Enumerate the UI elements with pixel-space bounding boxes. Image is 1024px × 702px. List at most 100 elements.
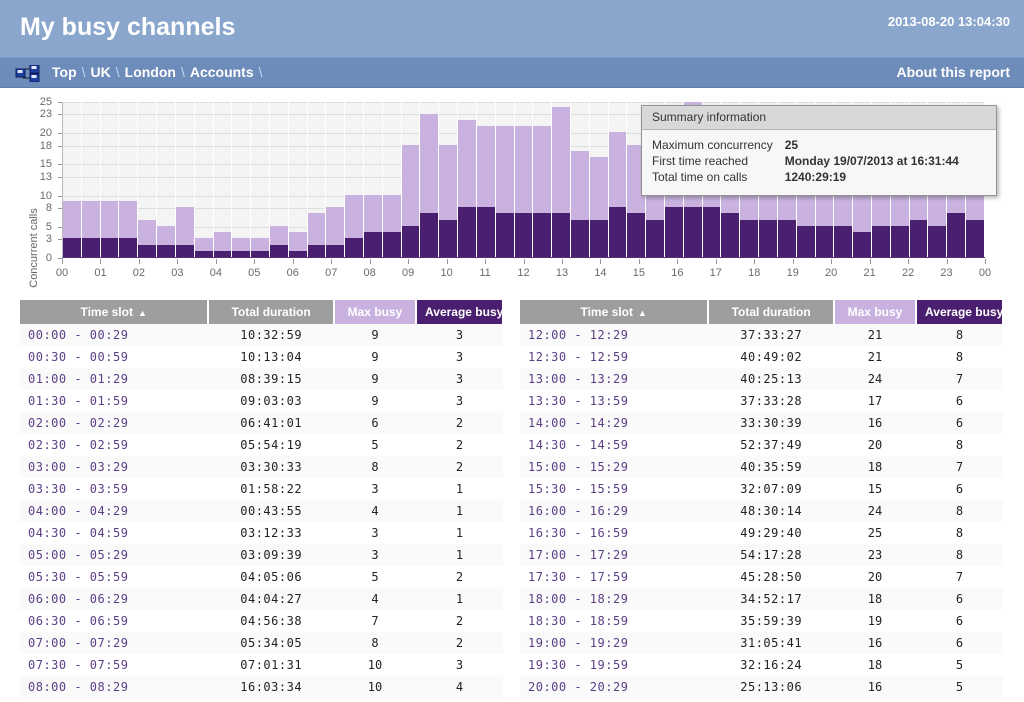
chart-bar[interactable] bbox=[552, 102, 571, 257]
table-body-left: 00:00 - 00:2910:32:599300:30 - 00:5910:1… bbox=[20, 324, 503, 698]
chart-bar-average-busy bbox=[665, 207, 683, 257]
chart-bar[interactable] bbox=[214, 102, 233, 257]
chart-bar[interactable] bbox=[195, 102, 214, 257]
chart-bar-average-busy bbox=[138, 245, 156, 257]
table-row[interactable]: 18:30 - 18:5935:59:39196 bbox=[520, 610, 1003, 632]
chart-y-tick-label: 23 bbox=[18, 108, 52, 120]
table-row[interactable]: 15:30 - 15:5932:07:09156 bbox=[520, 478, 1003, 500]
chart-bar[interactable] bbox=[176, 102, 195, 257]
table-row[interactable]: 19:30 - 19:5932:16:24185 bbox=[520, 654, 1003, 676]
chart-bar[interactable] bbox=[308, 102, 327, 257]
table-row[interactable]: 06:30 - 06:5904:56:3872 bbox=[20, 610, 503, 632]
chart-bar-average-busy bbox=[119, 238, 137, 257]
breadcrumb-item-uk[interactable]: UK bbox=[91, 64, 111, 80]
cell-average-busy: 6 bbox=[916, 390, 1003, 412]
chart-bar[interactable] bbox=[138, 102, 157, 257]
column-header-max-busy[interactable]: Max busy bbox=[834, 300, 916, 324]
chart-bar[interactable] bbox=[609, 102, 628, 257]
column-header-average-busy[interactable]: Average busy bbox=[916, 300, 1003, 324]
breadcrumb-item-accounts[interactable]: Accounts bbox=[190, 64, 254, 80]
column-header-max-busy[interactable]: Max busy bbox=[334, 300, 416, 324]
column-header-average-busy[interactable]: Average busy bbox=[416, 300, 503, 324]
about-this-report-link[interactable]: About this report bbox=[896, 64, 1010, 80]
chart-bar[interactable] bbox=[119, 102, 138, 257]
table-row[interactable]: 15:00 - 15:2940:35:59187 bbox=[520, 456, 1003, 478]
chart-bar[interactable] bbox=[477, 102, 496, 257]
chart-bar[interactable] bbox=[289, 102, 308, 257]
table-row[interactable]: 18:00 - 18:2934:52:17186 bbox=[520, 588, 1003, 610]
table-row[interactable]: 03:30 - 03:5901:58:2231 bbox=[20, 478, 503, 500]
table-row[interactable]: 02:00 - 02:2906:41:0162 bbox=[20, 412, 503, 434]
chart-bar[interactable] bbox=[383, 102, 402, 257]
chart-bar[interactable] bbox=[439, 102, 458, 257]
table-row[interactable]: 04:30 - 04:5903:12:3331 bbox=[20, 522, 503, 544]
breadcrumb-separator: \ bbox=[111, 64, 125, 80]
chart-bar[interactable] bbox=[82, 102, 101, 257]
table-row[interactable]: 16:00 - 16:2948:30:14248 bbox=[520, 500, 1003, 522]
table-row[interactable]: 01:30 - 01:5909:03:0393 bbox=[20, 390, 503, 412]
column-header-total-duration[interactable]: Total duration bbox=[708, 300, 834, 324]
table-row[interactable]: 14:30 - 14:5952:37:49208 bbox=[520, 434, 1003, 456]
cell-average-busy: 8 bbox=[916, 522, 1003, 544]
chart-bar[interactable] bbox=[270, 102, 289, 257]
table-row[interactable]: 07:00 - 07:2905:34:0582 bbox=[20, 632, 503, 654]
chart-x-tickmark bbox=[947, 259, 948, 264]
chart-bar[interactable] bbox=[515, 102, 534, 257]
chart-bar[interactable] bbox=[458, 102, 477, 257]
chart-x-tick-label: 19 bbox=[787, 267, 799, 279]
column-header-time-slot[interactable]: Time slot▲ bbox=[20, 300, 208, 324]
chart-bar-max-busy bbox=[364, 195, 382, 232]
table-row[interactable]: 05:30 - 05:5904:05:0652 bbox=[20, 566, 503, 588]
breadcrumb-item-london[interactable]: London bbox=[125, 64, 176, 80]
chart-bar[interactable] bbox=[157, 102, 176, 257]
chart-bar-average-busy bbox=[609, 207, 627, 257]
table-head: Time slot▲ Total duration Max busy Avera… bbox=[20, 300, 503, 324]
chart-bar[interactable] bbox=[326, 102, 345, 257]
table-row[interactable]: 02:30 - 02:5905:54:1952 bbox=[20, 434, 503, 456]
table-row[interactable]: 07:30 - 07:5907:01:31103 bbox=[20, 654, 503, 676]
chart-bar[interactable] bbox=[101, 102, 120, 257]
breadcrumb-item-top[interactable]: Top bbox=[52, 64, 77, 80]
table-row[interactable]: 17:00 - 17:2954:17:28238 bbox=[520, 544, 1003, 566]
chart-bar[interactable] bbox=[496, 102, 515, 257]
chart-bar[interactable] bbox=[402, 102, 421, 257]
column-header-total-duration[interactable]: Total duration bbox=[208, 300, 334, 324]
table-row[interactable]: 00:00 - 00:2910:32:5993 bbox=[20, 324, 503, 346]
table-row[interactable]: 05:00 - 05:2903:09:3931 bbox=[20, 544, 503, 566]
cell-total-duration: 04:56:38 bbox=[208, 610, 334, 632]
chart-bar[interactable] bbox=[571, 102, 590, 257]
table-row[interactable]: 14:00 - 14:2933:30:39166 bbox=[520, 412, 1003, 434]
chart-x-tick-label: 17 bbox=[710, 267, 722, 279]
chart-bar[interactable] bbox=[420, 102, 439, 257]
table-row[interactable]: 01:00 - 01:2908:39:1593 bbox=[20, 368, 503, 390]
table-row[interactable]: 17:30 - 17:5945:28:50207 bbox=[520, 566, 1003, 588]
chart-bar[interactable] bbox=[533, 102, 552, 257]
table-row[interactable]: 00:30 - 00:5910:13:0493 bbox=[20, 346, 503, 368]
table-row[interactable]: 12:30 - 12:5940:49:02218 bbox=[520, 346, 1003, 368]
table-row[interactable]: 12:00 - 12:2937:33:27218 bbox=[520, 324, 1003, 346]
cell-total-duration: 35:59:39 bbox=[708, 610, 834, 632]
table-row[interactable]: 19:00 - 19:2931:05:41166 bbox=[520, 632, 1003, 654]
chart-bar-average-busy bbox=[721, 213, 739, 257]
chart-bar[interactable] bbox=[590, 102, 609, 257]
table-row[interactable]: 08:00 - 08:2916:03:34104 bbox=[20, 676, 503, 698]
column-header-time-slot[interactable]: Time slot▲ bbox=[520, 300, 708, 324]
chart-bar[interactable] bbox=[232, 102, 251, 257]
table-row[interactable]: 13:30 - 13:5937:33:28176 bbox=[520, 390, 1003, 412]
table-row[interactable]: 06:00 - 06:2904:04:2741 bbox=[20, 588, 503, 610]
chart-bar[interactable] bbox=[63, 102, 82, 257]
chart-bar[interactable] bbox=[345, 102, 364, 257]
chart-bar[interactable] bbox=[364, 102, 383, 257]
table-row[interactable]: 20:00 - 20:2925:13:06165 bbox=[520, 676, 1003, 698]
chart-bar-max-busy bbox=[345, 195, 363, 239]
chart-bar-average-busy bbox=[552, 213, 570, 257]
cell-average-busy: 2 bbox=[416, 412, 503, 434]
table-row[interactable]: 04:00 - 04:2900:43:5541 bbox=[20, 500, 503, 522]
table-row[interactable]: 13:00 - 13:2940:25:13247 bbox=[520, 368, 1003, 390]
chart-bar[interactable] bbox=[251, 102, 270, 257]
chart-x-tickmark bbox=[524, 259, 525, 264]
table-row[interactable]: 16:30 - 16:5949:29:40258 bbox=[520, 522, 1003, 544]
table-row[interactable]: 03:00 - 03:2903:30:3382 bbox=[20, 456, 503, 478]
chart-bar-average-busy bbox=[82, 238, 100, 257]
chart-bar-average-busy bbox=[232, 251, 250, 257]
